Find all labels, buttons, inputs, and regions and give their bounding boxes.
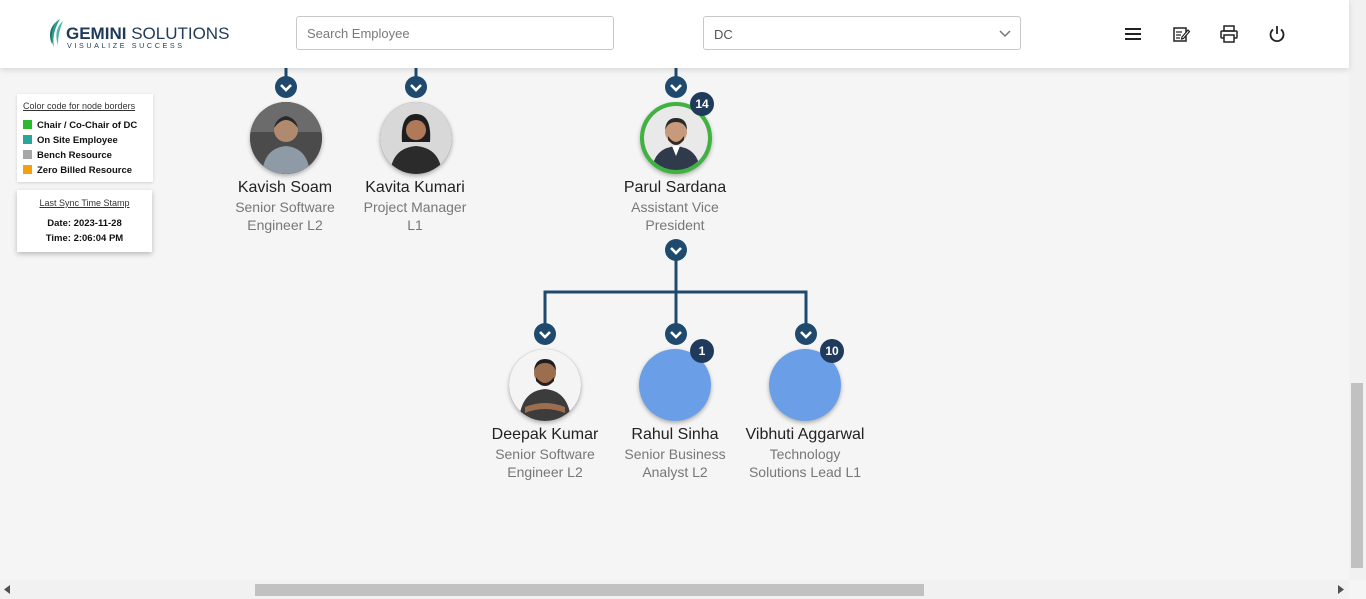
sync-date: Date: 2023-11-28 [47, 218, 122, 229]
employee-name: Parul Sardana [623, 179, 727, 196]
expand-toggle-icon[interactable] [275, 76, 297, 98]
expand-toggle-icon[interactable] [665, 76, 687, 98]
employee-name: Vibhuti Aggarwal [745, 426, 865, 443]
scroll-left-arrow-icon[interactable] [3, 585, 11, 594]
legend-swatch [23, 165, 32, 174]
department-select[interactable]: DC [703, 16, 1021, 50]
scroll-right-arrow-icon[interactable] [1337, 585, 1345, 594]
employee-title: Senior Software Engineer L2 [235, 199, 335, 233]
employee-name: Rahul Sinha [631, 426, 719, 443]
person-photo [380, 102, 452, 174]
employee-title: Project Manager L1 [363, 199, 467, 233]
last-sync-panel: Last Sync Time Stamp Date: 2023-11-28 Ti… [17, 190, 152, 252]
avatar[interactable] [509, 349, 581, 421]
node-border-legend: Color code for node borders Chair / Co-C… [17, 94, 153, 182]
top-header: GEMINI SOLUTIONS VISUALIZE SUCCESS DC [0, 0, 1349, 68]
avatar[interactable] [250, 102, 322, 174]
power-icon[interactable] [1267, 24, 1287, 44]
reportee-count-badge: 1 [690, 339, 714, 363]
sync-title: Last Sync Time Stamp [39, 198, 130, 208]
legend-swatch [23, 120, 32, 129]
employee-title: Senior Software Engineer L2 [495, 446, 595, 480]
notes-icon[interactable] [1171, 24, 1191, 44]
department-select-value: DC [714, 27, 733, 42]
horizontal-scroll-thumb[interactable] [255, 584, 924, 596]
expand-toggle-icon[interactable] [665, 323, 687, 345]
person-photo [509, 349, 581, 421]
logo-tagline: VISUALIZE SUCCESS [67, 41, 185, 50]
reportee-count-badge: 10 [820, 339, 844, 363]
sync-time: Time: 2:06:04 PM [45, 233, 124, 244]
legend-item-chair: Chair / Co-Chair of DC [23, 120, 137, 132]
reportee-count-badge: 14 [690, 92, 714, 116]
print-icon[interactable] [1219, 24, 1239, 44]
employee-name: Kavish Soam [237, 179, 333, 196]
expand-toggle-icon[interactable] [795, 323, 817, 345]
legend-item-onsite: On Site Employee [23, 135, 118, 147]
vertical-scroll-thumb[interactable] [1351, 383, 1363, 568]
legend-item-zero-billed: Zero Billed Resource [23, 165, 132, 177]
expand-toggle-icon[interactable] [405, 76, 427, 98]
legend-item-bench: Bench Resource [23, 150, 112, 162]
vertical-scrollbar[interactable] [1349, 0, 1366, 580]
employee-title: Assistant Vice President [631, 199, 719, 233]
leaf-icon [50, 19, 63, 47]
employee-name: Kavita Kumari [365, 179, 465, 196]
gemini-logo[interactable]: GEMINI SOLUTIONS VISUALIZE SUCCESS [46, 17, 229, 51]
employee-name: Deepak Kumar [491, 426, 599, 443]
employee-title: Senior Business Analyst L2 [624, 446, 726, 480]
chevron-down-icon [999, 30, 1011, 38]
employee-title: Technology Solutions Lead L1 [748, 446, 862, 480]
menu-icon[interactable] [1123, 24, 1143, 44]
legend-title: Color code for node borders [23, 101, 136, 111]
horizontal-scrollbar[interactable] [0, 580, 1349, 599]
avatar[interactable] [380, 102, 452, 174]
legend-swatch [23, 135, 32, 144]
legend-swatch [23, 150, 32, 159]
person-photo [250, 102, 322, 174]
search-employee-input[interactable] [296, 16, 614, 50]
expand-toggle-icon[interactable] [534, 323, 556, 345]
collapse-toggle-icon[interactable] [665, 239, 687, 261]
